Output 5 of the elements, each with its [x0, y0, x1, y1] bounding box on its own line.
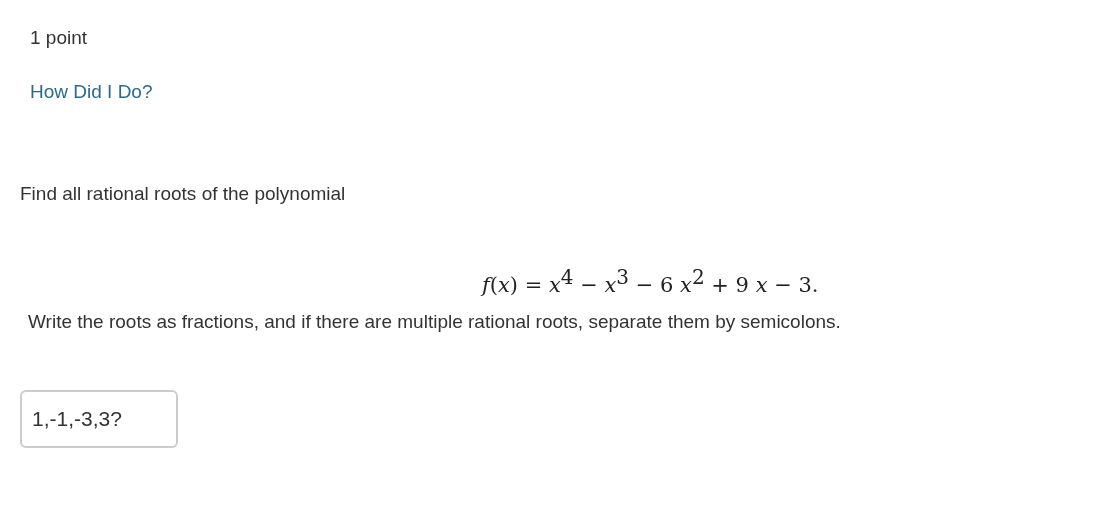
question-text: Find all rational roots of the polynomial	[20, 182, 346, 206]
points-label: 1 point	[30, 26, 88, 50]
answer-field[interactable]: 1,-1,-3,3?	[20, 390, 178, 448]
how-did-i-do-link[interactable]: How Did I Do?	[30, 80, 153, 104]
instruction-text: Write the roots as fractions, and if there are multiple rational roots, separate them by semicolons.	[28, 310, 841, 334]
